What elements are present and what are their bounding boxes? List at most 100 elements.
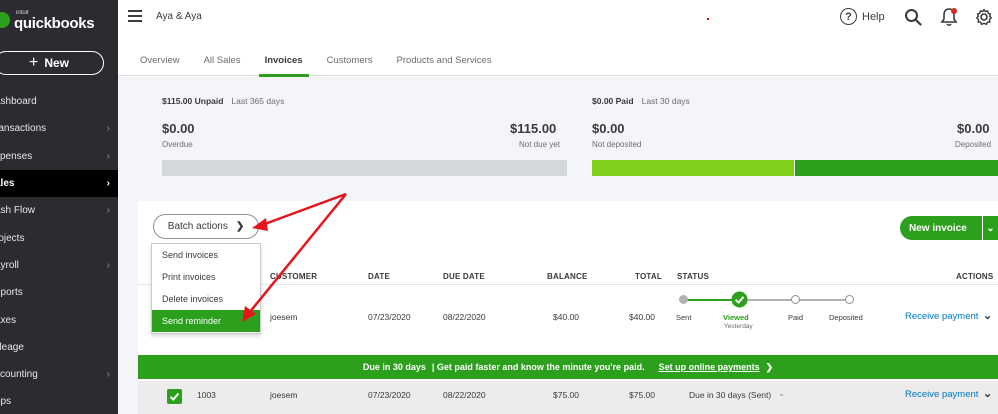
sidebar-item-cash-flow[interactable]: ash Flow › xyxy=(0,197,118,224)
deposited-progress-bar[interactable] xyxy=(795,160,998,176)
batch-actions-button[interactable]: Batch actions ❯ xyxy=(153,214,259,239)
menu-icon[interactable] xyxy=(128,10,142,22)
new-invoice-dropdown-button[interactable]: ⌄ xyxy=(982,216,998,240)
paid-total: $0.00 Paid xyxy=(592,96,634,106)
sidebar-item-label: axes xyxy=(0,314,17,326)
row2-due-date: 08/22/2020 xyxy=(443,390,486,400)
sidebar-item-projects[interactable]: rojects xyxy=(0,224,118,251)
sidebar-item-label: ccounting xyxy=(0,369,38,381)
online-payments-banner: Due in 30 days | Get paid faster and kno… xyxy=(138,355,998,379)
logo-text: intuit quickbooks xyxy=(14,9,95,31)
row1-balance: $40.00 xyxy=(553,312,579,322)
chevron-down-icon[interactable]: ⌄ xyxy=(778,388,785,399)
new-button-label: New xyxy=(44,56,70,70)
paid-step-dot xyxy=(791,295,800,304)
setup-online-payments-link[interactable]: Set up online payments xyxy=(659,362,760,372)
notdue-amount: $115.00 xyxy=(510,121,557,136)
chevron-right-icon: › xyxy=(106,150,110,162)
sidebar-item-mileage[interactable]: lileage xyxy=(0,334,118,361)
column-header-customer[interactable]: CUSTOMER xyxy=(270,272,317,281)
receive-payment-link[interactable]: Receive payment xyxy=(905,389,978,400)
status-tracker: Sent Viewed Yesterday Paid Deposited xyxy=(676,291,876,332)
sidebar-item-expenses[interactable]: xpenses › xyxy=(0,143,118,170)
row2-status: Due in 30 days (Sent) xyxy=(689,390,772,400)
batch-actions-menu: Send invoices Print invoices Delete invo… xyxy=(151,243,261,334)
sidebar-item-label: ashboard xyxy=(0,96,37,108)
logo-intuit: intuit xyxy=(16,9,29,16)
tab-all-sales[interactable]: All Sales xyxy=(204,44,241,76)
chevron-right-icon: › xyxy=(106,369,110,381)
sidebar-item-accounting[interactable]: ccounting › xyxy=(0,361,118,388)
chevron-down-icon[interactable]: ⌄ xyxy=(983,387,992,400)
paid-summary: $0.00 Paid Last 30 days xyxy=(592,96,690,106)
row1-due-date: 08/22/2020 xyxy=(443,312,486,322)
row2-balance: $75.00 xyxy=(553,390,579,400)
gear-icon[interactable] xyxy=(975,8,993,26)
unpaid-summary: $115.00 Unpaid Last 365 days xyxy=(162,96,284,106)
menu-item-delete-invoices[interactable]: Delete invoices xyxy=(152,288,260,310)
notdeposited-progress-bar[interactable] xyxy=(592,160,794,176)
chevron-down-icon[interactable]: ⌄ xyxy=(983,309,992,322)
tab-invoices[interactable]: Invoices xyxy=(258,44,309,77)
status-step-deposited: Deposited xyxy=(829,313,863,322)
menu-item-print-invoices[interactable]: Print invoices xyxy=(152,266,260,288)
row2-date: 07/23/2020 xyxy=(368,390,411,400)
notdeposited-label: Not deposited xyxy=(592,140,642,149)
overdue-label: Overdue xyxy=(162,140,193,149)
overdue-amount: $0.00 xyxy=(162,121,195,136)
tab-bar: Overview All Sales Invoices Customers Pr… xyxy=(118,44,998,77)
bell-icon[interactable] xyxy=(940,7,958,27)
new-invoice-button[interactable]: New invoice ⌄ xyxy=(900,216,998,240)
sidebar-item-transactions[interactable]: ransactions › xyxy=(0,115,118,142)
column-header-total[interactable]: TOTAL xyxy=(635,272,662,281)
row2-total: $75.00 xyxy=(629,390,655,400)
stray-mark xyxy=(707,18,709,20)
column-header-status: STATUS xyxy=(677,272,710,281)
sidebar-item-apps[interactable]: pps xyxy=(0,388,118,414)
sidebar-item-label: ransactions xyxy=(0,123,47,135)
app-root: intuit quickbooks + New ashboard ransact… xyxy=(0,0,998,414)
column-header-date[interactable]: DATE xyxy=(368,272,390,281)
sidebar-item-sales[interactable]: ales › xyxy=(0,169,118,198)
banner-due-text: Due in 30 days xyxy=(362,362,426,372)
sidebar-item-dashboard[interactable]: ashboard xyxy=(0,88,118,115)
sidebar-item-label: lileage xyxy=(0,341,24,353)
tab-products-and-services[interactable]: Products and Services xyxy=(397,44,492,76)
menu-item-send-reminder[interactable]: Send reminder xyxy=(152,310,260,332)
column-header-due-date[interactable]: DUE DATE xyxy=(443,272,485,281)
chevron-right-icon: ❯ xyxy=(765,361,774,372)
chevron-right-icon: › xyxy=(106,259,110,271)
tab-overview[interactable]: Overview xyxy=(140,44,180,76)
sidebar-item-label: eports xyxy=(0,287,23,299)
unpaid-total: $115.00 Unpaid xyxy=(162,96,224,106)
row1-customer: joesem xyxy=(270,312,298,322)
sidebar-item-taxes[interactable]: axes xyxy=(0,306,118,333)
sidebar-item-payroll[interactable]: ayroll › xyxy=(0,252,118,279)
quickbooks-logo[interactable]: intuit quickbooks xyxy=(0,8,95,32)
banner-message: | Get paid faster and know the minute yo… xyxy=(431,362,645,372)
company-name: Aya & Aya xyxy=(156,11,202,22)
sidebar-item-reports[interactable]: eports xyxy=(0,279,118,306)
menu-item-send-invoices[interactable]: Send invoices xyxy=(152,244,260,266)
status-step-viewed: Viewed xyxy=(723,313,749,322)
search-icon[interactable] xyxy=(904,8,922,26)
unpaid-period: Last 365 days xyxy=(231,96,285,106)
unpaid-progress-bar[interactable] xyxy=(162,160,567,176)
sidebar-item-label: ayroll xyxy=(0,259,19,271)
row-checkbox[interactable] xyxy=(167,389,182,404)
new-invoice-label: New invoice xyxy=(909,222,967,234)
new-button[interactable]: + New xyxy=(0,51,104,75)
chevron-right-icon: › xyxy=(106,205,110,217)
chevron-down-icon: ❯ xyxy=(235,221,245,232)
paid-period: Last 30 days xyxy=(641,96,690,106)
receive-payment-link[interactable]: Receive payment xyxy=(905,311,978,322)
plus-icon: + xyxy=(28,54,39,71)
column-header-actions: ACTIONS xyxy=(956,272,994,281)
tab-customers[interactable]: Customers xyxy=(327,44,373,76)
help-button[interactable]: ? Help xyxy=(840,8,885,25)
sidebar: intuit quickbooks + New ashboard ransact… xyxy=(0,0,118,414)
chevron-right-icon: › xyxy=(106,178,110,190)
logo-badge-icon xyxy=(0,12,10,28)
notdeposited-amount: $0.00 xyxy=(592,121,625,136)
column-header-balance[interactable]: BALANCE xyxy=(547,272,588,281)
